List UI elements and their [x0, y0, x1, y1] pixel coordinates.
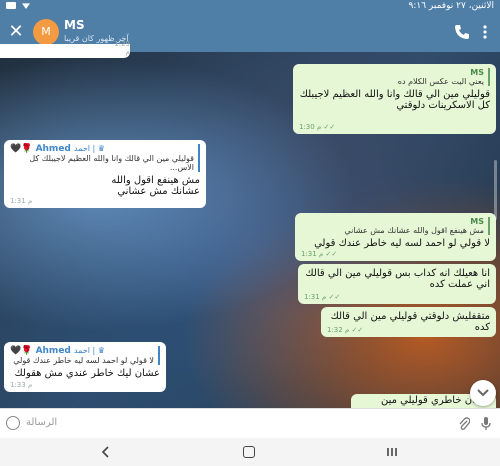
status-icons — [6, 0, 30, 9]
message-bubble[interactable]: MS يعني اليت عكس الكلام ده قوليلي مين ال… — [293, 64, 496, 134]
reply-text: لا قولي لو احمد لسه ليه خاطر عندك قولي — [13, 356, 154, 365]
message-time: 1:29 م — [114, 40, 130, 56]
sender-emoji: 🖤🌹 — [10, 144, 33, 154]
message-text: انا هعيلك انه كداب بس قوليلي مين الي قال… — [305, 268, 490, 290]
chat-title[interactable]: MS — [64, 18, 85, 32]
home-icon[interactable] — [243, 446, 255, 458]
message-bubble[interactable]: انا هعيلك انه كداب بس قوليلي مين الي قال… — [298, 264, 496, 304]
phone-icon[interactable] — [454, 24, 470, 40]
reply-text: مش هينفع اقول والله عشانك مش عشاني — [344, 226, 484, 235]
message-text: لا قولي لو احمد لسه ليه خاطر عندك قولي — [314, 238, 490, 249]
message-input[interactable]: الرسالة — [26, 417, 57, 428]
attach-icon[interactable] — [458, 417, 470, 431]
more-icon[interactable] — [478, 24, 492, 40]
avatar[interactable]: M — [33, 19, 59, 45]
wifi-icon — [22, 3, 30, 9]
reply-sender: 🖤🌹 Ahmed احمد | ♛ — [10, 144, 105, 154]
reply-preview[interactable]: 🖤🌹 Ahmed احمد | ♛ قوليلي مين الي قالك وا… — [10, 144, 200, 172]
message-time: 1:33 م — [10, 381, 33, 389]
reply-preview[interactable]: 🖤🌹 Ahmed احمد | ♛ لا قولي لو احمد لسه لي… — [10, 346, 160, 365]
message-bubble[interactable]: متقفليش دلوقتي قوليلي مين الي قالك كده 1… — [321, 307, 496, 337]
system-nav-bar — [0, 438, 500, 466]
message-text: قوليلي مين الي قالك وانا والله العظيم لا… — [299, 89, 490, 111]
reply-sender: 🖤🌹 Ahmed احمد | ♛ — [10, 346, 105, 356]
reply-sender: MS — [470, 217, 484, 226]
message-text: مش هينفع اقول والله عشانك مش عشاني — [111, 175, 200, 197]
sender-emoji: 🖤🌹 — [10, 346, 33, 356]
battery-icon — [6, 2, 16, 9]
back-icon[interactable] — [100, 446, 112, 458]
message-bubble[interactable]: MS مش هينفع اقول والله عشانك مش عشاني لا… — [295, 213, 496, 261]
message-time: 1:32 م ✓✓ — [327, 326, 364, 334]
status-datetime: الاثنين، ٢٧ نوفمبر ٩:١٦ — [408, 1, 494, 11]
message-time: 1:31 م ✓✓ — [301, 250, 338, 258]
reply-preview[interactable]: MS يعني اليت عكس الكلام ده — [299, 68, 490, 86]
message-time: 1:30 م ✓✓ — [299, 123, 336, 131]
message-input-bar: الرسالة — [0, 408, 500, 439]
reply-text: قوليلي مين الي قالك وانا والله العظيم لا… — [29, 154, 194, 172]
reply-preview[interactable]: MS مش هينفع اقول والله عشانك مش عشاني — [301, 217, 490, 235]
reply-text: يعني اليت عكس الكلام ده — [397, 77, 484, 86]
chevron-down-icon — [477, 389, 489, 397]
scrollbar[interactable] — [494, 160, 497, 220]
reply-sender: MS — [470, 68, 484, 77]
mic-icon[interactable] — [480, 416, 492, 432]
status-bar: الاثنين، ٢٧ نوفمبر ٩:١٦ — [0, 0, 500, 12]
emoji-icon[interactable] — [6, 416, 20, 430]
recent-icon[interactable] — [386, 446, 398, 458]
message-text: عشان ليك خاطر عندي مش هقولك — [14, 368, 160, 379]
message-time: 1:31 م ✓✓ — [304, 293, 341, 301]
message-bubble[interactable]: 🖤🌹 Ahmed احمد | ♛ قوليلي مين الي قالك وا… — [4, 140, 206, 208]
message-time: 1:31 م — [10, 197, 33, 205]
message-bubble-partial[interactable]: 1:29 م — [0, 40, 130, 58]
scroll-down-button[interactable] — [470, 380, 496, 406]
close-icon[interactable]: ✕ — [4, 20, 28, 44]
message-bubble[interactable]: 🖤🌹 Ahmed احمد | ♛ لا قولي لو احمد لسه لي… — [4, 342, 166, 392]
